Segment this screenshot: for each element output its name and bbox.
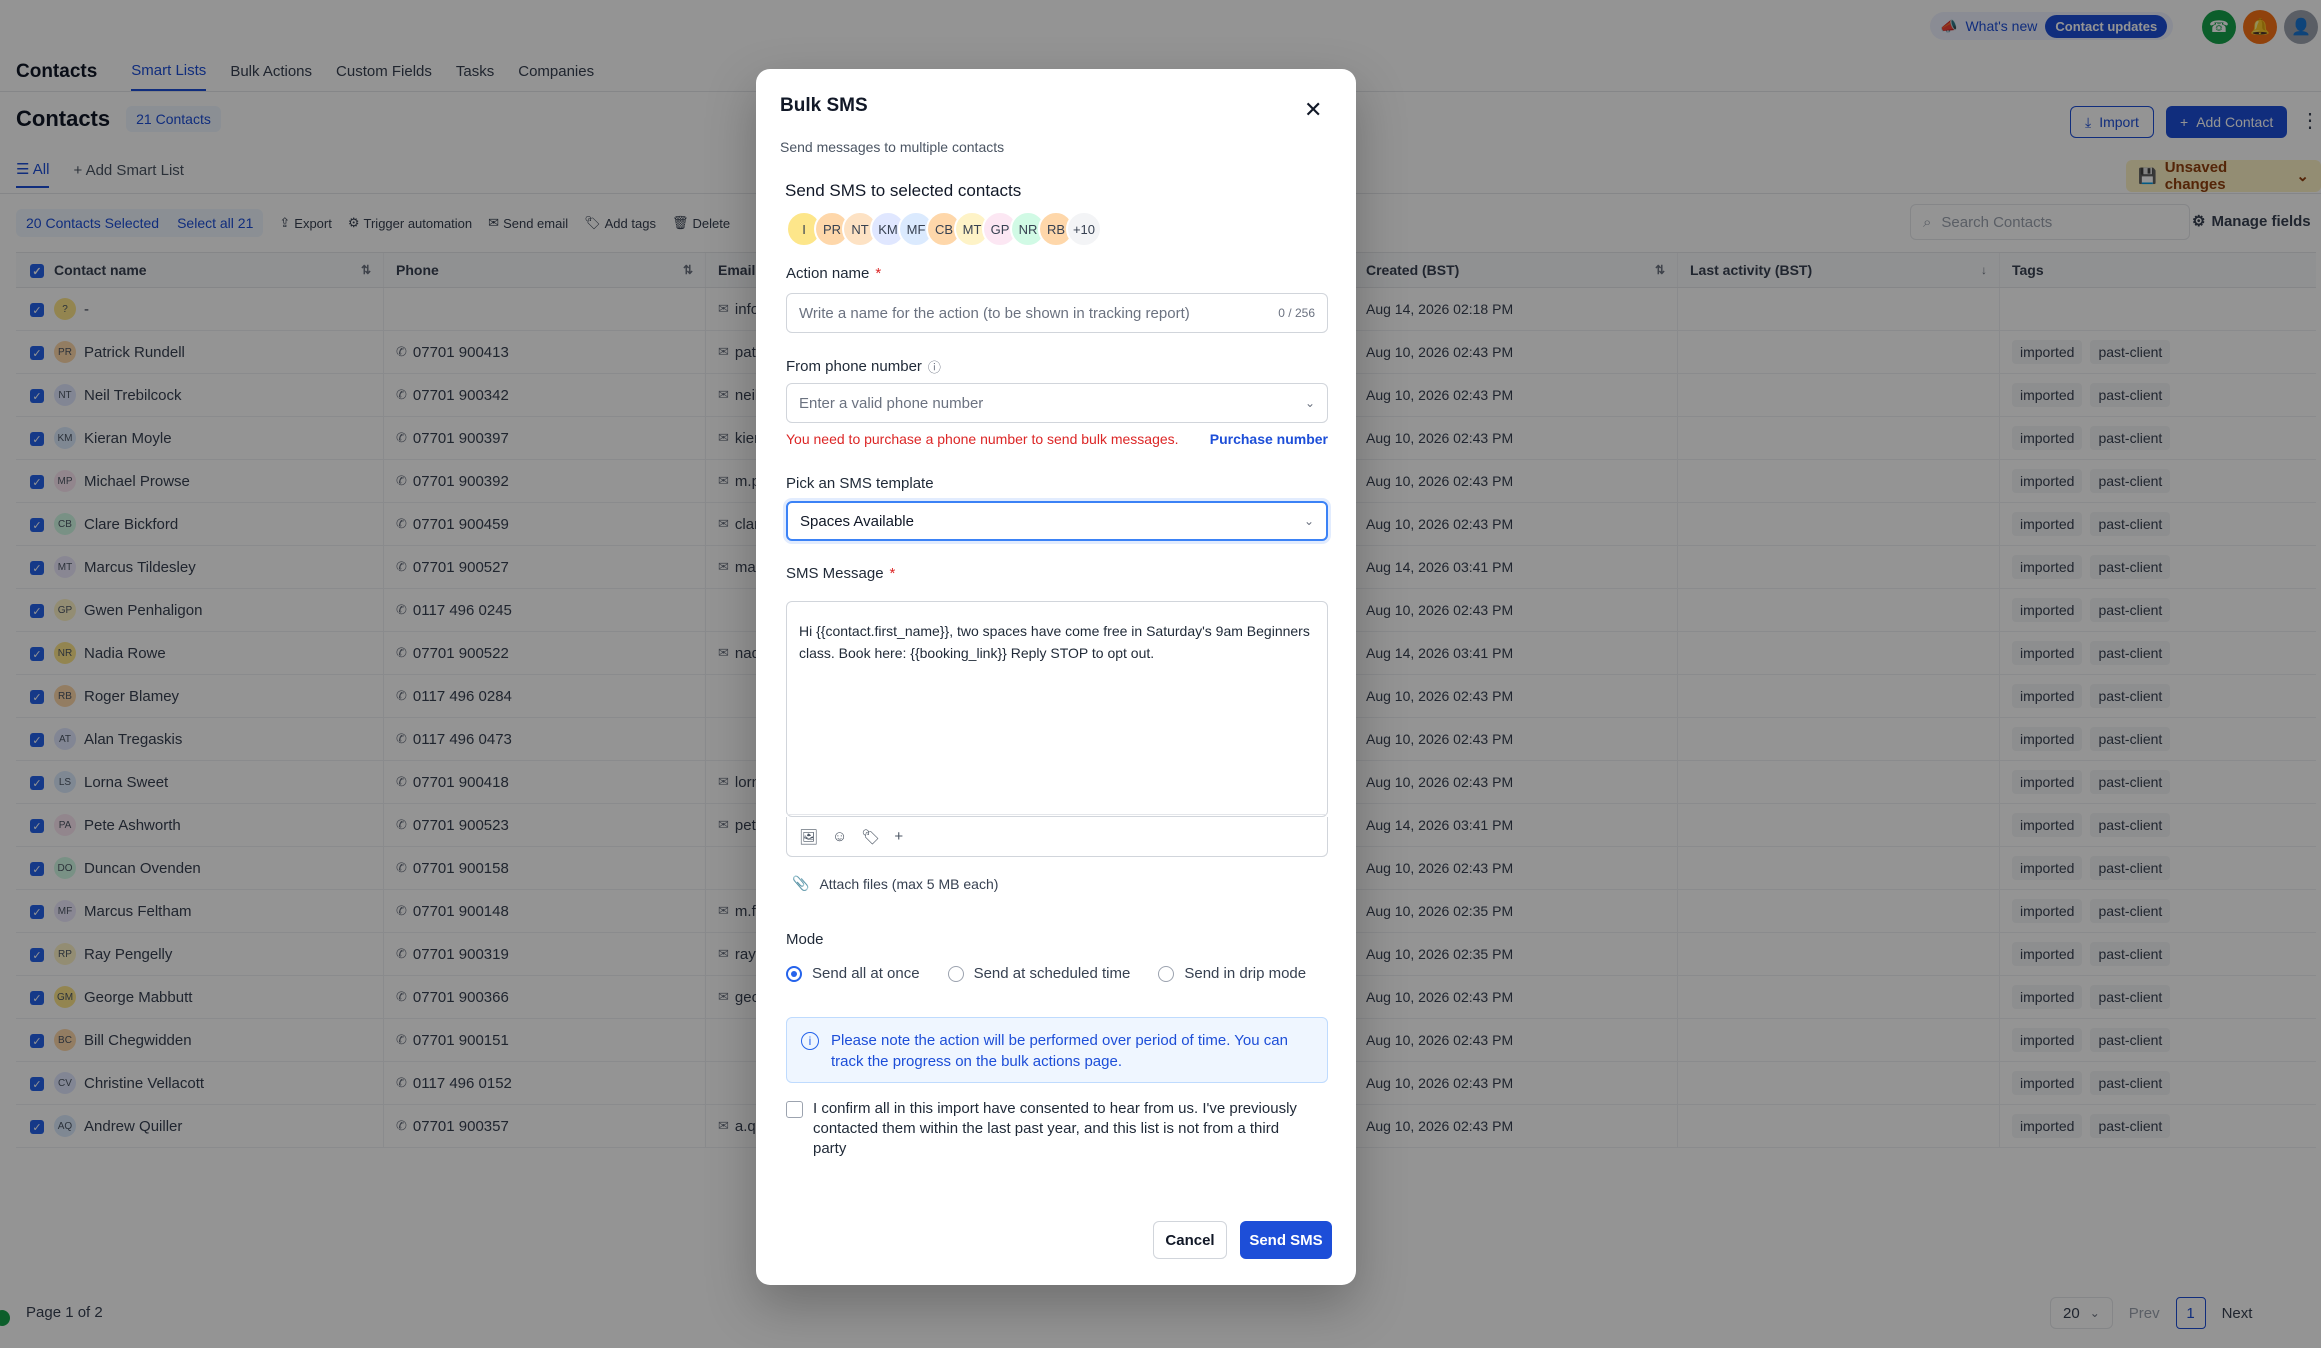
label-text: SMS Message <box>786 565 884 582</box>
label-text: From phone number <box>786 358 922 375</box>
mode-label-text: Send at scheduled time <box>973 965 1131 982</box>
more-contacts-badge: +10 <box>1066 211 1102 247</box>
consent-row: I confirm all in this import have consen… <box>786 1099 1316 1159</box>
mode-radio-group: Send all at once Send at scheduled time … <box>786 965 1306 982</box>
mode-drip[interactable]: Send in drip mode <box>1158 965 1306 982</box>
template-value: Spaces Available <box>800 512 914 530</box>
close-icon[interactable]: ✕ <box>1304 97 1322 123</box>
from-phone-select[interactable]: Enter a valid phone number ⌄ <box>786 383 1328 423</box>
cancel-button[interactable]: Cancel <box>1153 1221 1227 1259</box>
consent-text: I confirm all in this import have consen… <box>813 1100 1297 1157</box>
template-label: Pick an SMS template <box>786 475 934 492</box>
from-phone-placeholder: Enter a valid phone number <box>799 394 984 412</box>
emoji-icon[interactable]: ☺ <box>832 828 847 845</box>
chevron-down-icon: ⌄ <box>1303 514 1314 528</box>
radio-selected[interactable] <box>786 965 802 982</box>
sms-template-select[interactable]: Spaces Available ⌄ <box>786 501 1328 541</box>
info-note: i Please note the action will be perform… <box>786 1017 1328 1083</box>
action-name-label: Action name * <box>786 265 881 282</box>
mode-label-text: Send in drip mode <box>1184 965 1307 982</box>
image-icon[interactable]: 🖼 <box>799 828 818 846</box>
radio-unselected[interactable] <box>1158 965 1175 982</box>
phone-error-row: You need to purchase a phone number to s… <box>786 431 1328 447</box>
info-icon: i <box>801 1032 819 1050</box>
from-phone-label: From phone number ⓘ <box>786 357 941 376</box>
action-name-input[interactable]: Write a name for the action (to be shown… <box>786 293 1328 333</box>
sms-message-label: SMS Message * <box>786 565 895 582</box>
attach-label: Attach files (max 5 MB each) <box>819 875 999 892</box>
chevron-down-icon: ⌄ <box>1304 396 1315 410</box>
sms-message-textarea[interactable]: Hi {{contact.first_name}}, two spaces ha… <box>786 601 1328 817</box>
message-toolbar: 🖼 ☺ 🏷 + <box>786 817 1328 857</box>
attach-files-button[interactable]: 📎 Attach files (max 5 MB each) <box>792 875 998 892</box>
mode-send-all-at-once[interactable]: Send all at once <box>786 965 920 982</box>
sms-message-text[interactable]: Hi {{contact.first_name}}, two spaces ha… <box>787 602 1327 815</box>
note-text: Please note the action will be performed… <box>831 1032 1288 1070</box>
paperclip-icon: 📎 <box>792 875 810 891</box>
required-marker: * <box>889 565 896 582</box>
char-counter: 0 / 256 <box>1278 306 1315 320</box>
mode-label-text: Send all at once <box>812 965 920 982</box>
radio-unselected[interactable] <box>947 965 964 982</box>
info-icon[interactable]: ⓘ <box>928 357 941 376</box>
mode-scheduled-time[interactable]: Send at scheduled time <box>947 965 1131 982</box>
error-message: You need to purchase a phone number to s… <box>786 431 1179 447</box>
required-marker: * <box>875 265 882 282</box>
selected-contacts-avatars: I PR NT KM MF CB MT GP NR RB +10 <box>786 211 1102 247</box>
action-name-placeholder: Write a name for the action (to be shown… <box>799 304 1190 322</box>
section-heading: Send SMS to selected contacts <box>785 181 1022 200</box>
consent-checkbox[interactable] <box>786 1101 803 1118</box>
bulk-sms-modal: Bulk SMS ✕ Send messages to multiple con… <box>756 69 1356 1285</box>
send-sms-button[interactable]: Send SMS <box>1240 1221 1332 1259</box>
purchase-number-link[interactable]: Purchase number <box>1210 431 1328 447</box>
plus-icon[interactable]: + <box>894 828 903 845</box>
mode-label: Mode <box>786 931 824 948</box>
modal-subtitle: Send messages to multiple contacts <box>780 139 1005 155</box>
label-text: Action name <box>786 265 870 282</box>
label-text: Pick an SMS template <box>786 475 934 492</box>
tag-icon[interactable]: 🏷 <box>861 828 880 846</box>
modal-title: Bulk SMS <box>780 95 868 116</box>
